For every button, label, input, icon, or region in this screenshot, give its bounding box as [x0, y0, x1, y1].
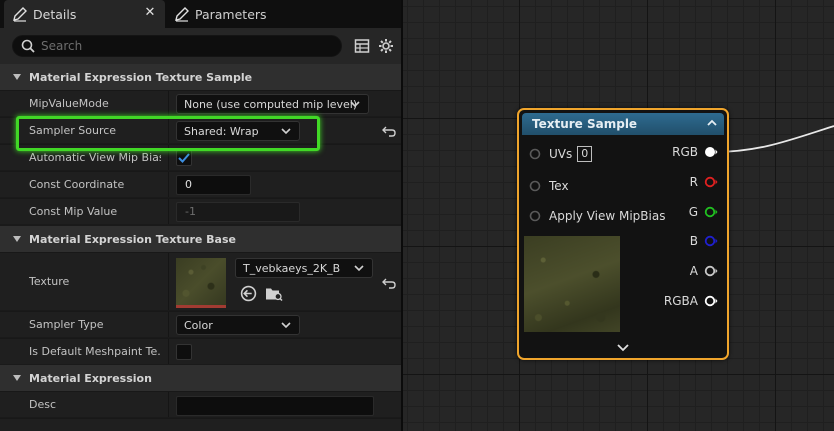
pin-label: R — [689, 175, 698, 189]
pin-apply-view-mip-bias[interactable]: Apply View MipBias — [529, 206, 665, 226]
details-panel: Details ✕ Parameters Search Material Exp… — [0, 0, 401, 431]
row-desc: Desc — [0, 391, 401, 417]
row-const-coordinate: Const Coordinate 0 — [0, 171, 401, 197]
property-label: Const Coordinate — [29, 178, 125, 191]
chevron-down-icon — [281, 322, 291, 329]
output-pin-rgba-icon[interactable] — [704, 295, 718, 307]
node-title-text: Texture Sample — [532, 117, 638, 131]
property-label: Texture — [29, 275, 70, 288]
pin-label: RGB — [672, 145, 698, 159]
pin-tex[interactable]: Tex — [529, 176, 569, 196]
tab-parameters[interactable]: Parameters — [170, 0, 350, 28]
uvs-value[interactable]: 0 — [577, 146, 593, 162]
texture-thumbnail[interactable] — [176, 258, 226, 308]
sampler-source-highlight — [16, 116, 320, 151]
checkmark-icon — [178, 153, 190, 163]
close-icon[interactable]: ✕ — [143, 6, 157, 20]
pin-r[interactable]: R — [660, 172, 718, 192]
dropdown-value: Color — [184, 318, 213, 332]
section-texture-base[interactable]: Material Expression Texture Base — [0, 226, 401, 252]
search-icon — [21, 39, 35, 53]
output-pin-r-icon[interactable] — [704, 176, 718, 188]
pin-g[interactable]: G — [660, 202, 718, 222]
auto-view-mip-bias-checkbox[interactable] — [176, 150, 192, 166]
section-title: Material Expression Texture Base — [29, 232, 236, 246]
input-pin-icon[interactable] — [529, 210, 541, 222]
dropdown-value: None (use computed mip level) — [184, 97, 358, 111]
pin-label: Tex — [549, 179, 569, 193]
is-default-meshpaint-checkbox[interactable] — [176, 344, 192, 360]
node-title[interactable]: Texture Sample — [522, 113, 724, 135]
row-sampler-type: Sampler Type Color — [0, 311, 401, 337]
reset-to-default-icon[interactable] — [381, 123, 397, 139]
tab-details[interactable]: Details ✕ — [4, 0, 165, 28]
property-label: Sampler Type — [29, 318, 104, 331]
chevron-down-icon — [354, 265, 364, 272]
search-input[interactable] — [41, 39, 331, 53]
chevron-down-icon[interactable] — [616, 342, 630, 352]
collapse-arrow-icon — [13, 74, 21, 80]
sampler-type-dropdown[interactable]: Color — [176, 315, 300, 335]
const-mip-value-input: -1 — [176, 202, 300, 222]
pin-label: G — [688, 205, 698, 219]
property-label: Desc — [29, 398, 57, 411]
search-box[interactable] — [12, 35, 342, 57]
pin-label: A — [689, 264, 698, 278]
collapse-arrow-icon — [13, 236, 21, 242]
section-title: Material Expression — [29, 371, 152, 385]
gear-icon[interactable] — [378, 38, 394, 54]
pin-rgb[interactable]: RGB — [660, 142, 718, 162]
output-pin-g-icon[interactable] — [704, 206, 718, 218]
section-texture-sample[interactable]: Material Expression Texture Sample — [0, 64, 401, 90]
row-is-default-meshpaint: Is Default Meshpaint Te... — [0, 338, 401, 364]
pin-label: B — [689, 234, 698, 248]
output-pin-a-icon[interactable] — [704, 265, 718, 277]
const-coordinate-input[interactable]: 0 — [176, 175, 251, 195]
collapse-arrow-icon — [13, 375, 21, 381]
property-label: MipValueMode — [29, 97, 109, 110]
tab-parameters-label: Parameters — [195, 6, 267, 22]
browse-folder-icon[interactable] — [265, 285, 283, 302]
pin-label: UVs — [549, 147, 573, 161]
section-material-expression[interactable]: Material Expression — [0, 365, 401, 391]
input-pin-icon[interactable] — [529, 148, 541, 160]
tab-details-label: Details — [33, 6, 77, 22]
dropdown-value: T_vebkaeys_2K_B — [243, 261, 341, 275]
details-toolbar — [0, 28, 401, 64]
mip-value-mode-dropdown[interactable]: None (use computed mip level) — [176, 94, 369, 114]
reset-to-default-icon[interactable] — [381, 275, 397, 291]
property-label: Is Default Meshpaint Te... — [29, 345, 161, 358]
tab-bar: Details ✕ Parameters — [0, 0, 401, 28]
row-spacer — [0, 418, 401, 431]
pin-label: Apply View MipBias — [549, 209, 666, 223]
output-pin-rgb-icon[interactable] — [704, 146, 718, 158]
chevron-up-icon[interactable] — [706, 118, 718, 128]
property-label: Const Mip Value — [29, 205, 118, 218]
pencil-icon — [175, 7, 189, 22]
input-pin-icon[interactable] — [529, 180, 541, 192]
pin-a[interactable]: A — [660, 261, 718, 281]
pin-uvs[interactable]: UVs 0 — [529, 144, 593, 164]
row-mip-value-mode: MipValueMode None (use computed mip leve… — [0, 90, 401, 116]
section-title: Material Expression Texture Sample — [29, 70, 253, 84]
pin-rgba[interactable]: RGBA — [650, 291, 718, 311]
use-selected-asset-icon[interactable] — [240, 285, 257, 302]
pencil-icon — [13, 7, 27, 22]
texture-preview — [524, 236, 620, 332]
row-const-mip-value: Const Mip Value -1 — [0, 198, 401, 224]
chevron-down-icon — [350, 101, 360, 108]
table-view-icon[interactable] — [354, 38, 370, 54]
texture-asset-dropdown[interactable]: T_vebkaeys_2K_B — [235, 258, 373, 278]
desc-input[interactable] — [176, 396, 374, 416]
pin-label: RGBA — [663, 294, 698, 308]
pin-b[interactable]: B — [660, 231, 718, 251]
output-pin-b-icon[interactable] — [704, 235, 718, 247]
